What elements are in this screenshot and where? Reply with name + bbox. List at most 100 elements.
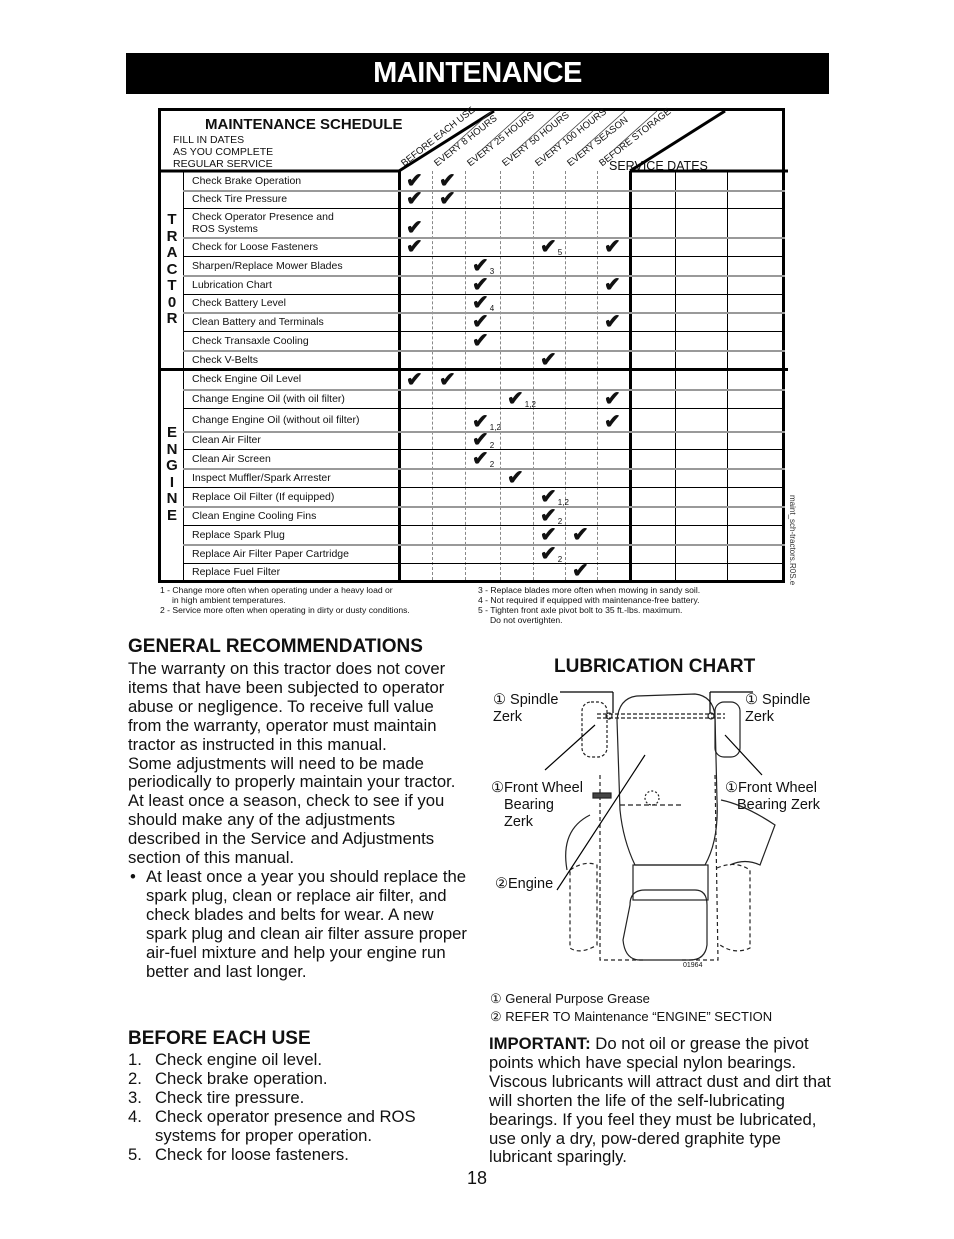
interval-column-divider [597,171,598,580]
bullet-text: At least once a year you should replace … [146,866,467,981]
footnote-ref: 2 [557,555,563,564]
check-mark-icon: ✔5 [540,236,563,258]
task-label: Replace Fuel Filter [192,565,281,578]
before-each-use-heading: BEFORE EACH USE [128,1028,311,1049]
rear-wheel-left [569,862,598,952]
section-letter: N [166,440,178,458]
header-slant-border [629,111,726,173]
important-label: IMPORTANT: [489,1034,591,1053]
header-slant-divider [608,111,658,155]
check-mark-icon: ✔ [439,369,456,391]
section-letter: 0 [167,293,177,311]
check-mark-icon: ✔ [604,311,621,333]
service-date-divider [675,171,676,580]
header-slant-divider [576,111,626,155]
front-wheel-bearing-zerk-left [592,792,612,799]
row-divider [183,487,785,488]
task-label: Clean Air Screen [192,452,271,465]
footnote-ref: 3 [489,267,495,276]
task-label: Check Transaxle Cooling [192,334,309,347]
footnote-ref: 2 [489,460,495,469]
section-divider [161,368,788,371]
row-divider [183,190,785,192]
service-date-divider [727,171,728,580]
task-label: Clean Engine Cooling Fins [192,509,317,522]
task-label: Inspect Muffler/Spark Arrester [192,471,331,484]
section-letter: R [166,227,178,245]
paragraph: At least once a season, check to see if … [128,791,445,868]
section-letter: T [167,211,177,229]
footnote: 1 - Change more often when operating und… [160,585,393,605]
lube-legend-item: ① General Purpose Grease [490,991,650,1006]
footnotes-right: 3 - Replace blades more often when mowin… [478,585,700,625]
row-divider [183,563,785,564]
mower-deck [599,774,719,961]
front-wheel-bearing-left-label: ①Front Wheel Bearing Zerk [491,780,583,830]
section-letter: T [167,277,177,295]
check-mark-icon: ✔ [540,524,557,546]
front-wheel-bearing-right-label: ①Front Wheel Bearing Zerk [725,780,821,813]
bullet-icon: • [130,866,136,886]
section-label-engine: ENGINE [164,424,180,524]
check-mark-icon: ✔1,2 [507,388,536,410]
step-number: 1. [128,1050,142,1069]
check-mark-icon: ✔ [472,311,489,333]
section-letter: I [169,473,175,491]
engine-label: ②Engine [495,876,554,892]
interval-column-divider [565,171,566,580]
check-mark-icon: ✔ [604,274,621,296]
row-divider [183,525,785,526]
check-mark-icon: ✔2 [540,543,563,565]
interval-column-divider [500,171,501,580]
section-letter: E [166,424,177,441]
front-wheel-right [714,701,741,758]
header-slant-border [398,111,495,173]
task-label: Clean Battery and Terminals [192,315,324,328]
check-mark-icon: ✔ [406,236,423,258]
check-mark-icon: ✔ [439,188,456,210]
row-divider [183,237,785,239]
check-mark-icon: ✔ [604,411,621,433]
header-slant-divider [511,111,561,155]
footnotes-left: 1 - Change more often when operating und… [160,585,410,615]
check-mark-icon: ✔ [540,349,557,371]
general-recommendations-heading: GENERAL RECOMMENDATIONS [128,636,423,657]
row-divider [183,506,785,508]
paragraph: The warranty on this tractor does not co… [128,659,446,754]
task-label: Check Engine Oil Level [192,373,302,385]
rear-wheel-right [716,863,751,952]
check-mark-icon: ✔ [604,388,621,410]
lubrication-diagram: ① Spindle Zerk ① Spindle Zerk ①Front Wheel… [485,680,835,985]
header-slant-divider [443,111,493,155]
footnote-ref: 1,2 [524,400,536,409]
important-text: Do not oil or grease the pivot points wh… [489,1034,831,1167]
section-letter: C [166,260,178,278]
page-banner: MAINTENANCE [126,53,829,94]
task-label: Check V-Belts [192,353,258,366]
task-label: Clean Air Filter [192,434,261,446]
section-letter: A [166,244,178,262]
important-note: IMPORTANT: Do not oil or grease the pivo… [489,1034,834,1167]
document-code: maint_sch-tractors.R0S.e [788,495,797,586]
spindle-zerk-right-label: ① Spindle Zerk [745,692,811,725]
task-label: Replace Spark Plug [192,528,285,541]
tractor-hood [616,693,718,866]
bullet-item: • At least once a year you should replac… [128,866,468,981]
lubrication-chart-heading: LUBRICATION CHART [554,656,756,677]
step-text: Check for loose fasteners. [155,1144,349,1164]
paragraph: Some adjustments will need to be made pe… [128,753,456,792]
check-mark-icon: ✔2 [472,448,495,470]
task-label: Sharpen/Replace Mower Blades [192,259,343,272]
figure-code: 01964 [683,962,703,969]
task-label: Check for Loose Fasteners [192,240,319,253]
step-text: Check engine oil level. [155,1050,322,1069]
step-text: Check tire pressure. [155,1087,305,1107]
page-number: 18 [466,1168,488,1188]
step-item: 3. Check tire pressure. [128,1087,448,1108]
section-letter: R [166,310,178,328]
front-wheel-left [581,701,608,758]
check-mark-icon: ✔ [507,467,524,489]
interval-column-divider [533,171,534,580]
section-letter: N [166,490,178,507]
footnote-ref: 2 [557,517,563,526]
